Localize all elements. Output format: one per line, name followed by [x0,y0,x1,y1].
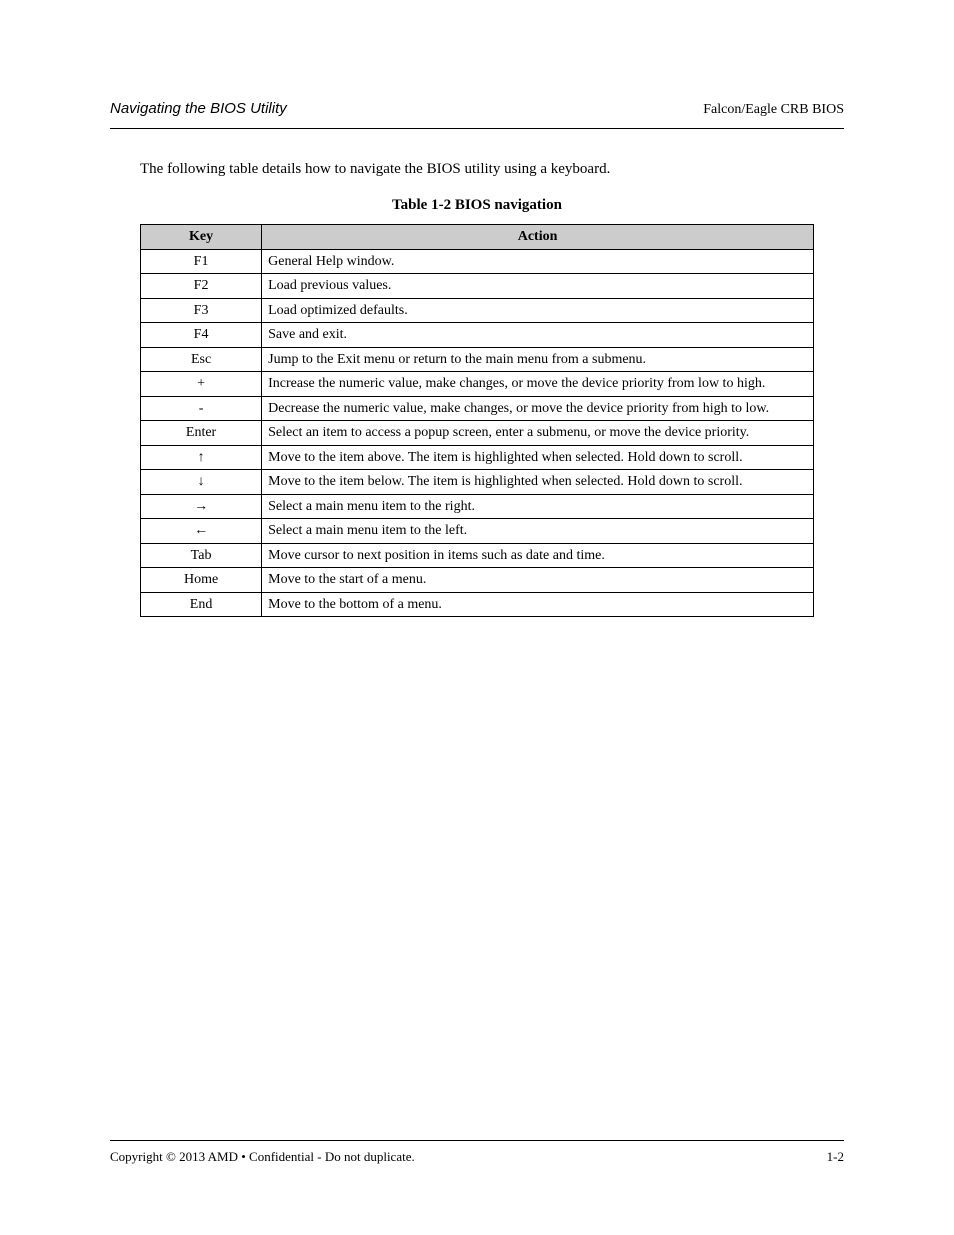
cell-action: Move to the bottom of a menu. [262,592,814,617]
table-caption: Table 1-2 BIOS navigation [140,197,814,214]
cell-key: F4 [141,323,262,348]
table-row: Enter Select an item to access a popup s… [141,421,814,446]
cell-action: Move to the item below. The item is high… [262,470,814,495]
arrow-left-icon: ← [194,523,208,538]
cell-key: ↑ [141,445,262,470]
cell-action: General Help window. [262,249,814,274]
page: Navigating the BIOS Utility Falcon/Eagle… [0,0,954,1235]
table-row: + Increase the numeric value, make chang… [141,372,814,397]
cell-action: Jump to the Exit menu or return to the m… [262,347,814,372]
arrow-down-icon: ↓ [198,474,205,489]
cell-action: Move to the item above. The item is high… [262,445,814,470]
cell-key: Enter [141,421,262,446]
table-row: → Select a main menu item to the right. [141,494,814,519]
col-header-action: Action [262,225,814,250]
cell-action: Select a main menu item to the right. [262,494,814,519]
cell-action: Select a main menu item to the left. [262,519,814,544]
cell-key: End [141,592,262,617]
col-header-key: Key [141,225,262,250]
table-row: ↑ Move to the item above. The item is hi… [141,445,814,470]
cell-action: Increase the numeric value, make changes… [262,372,814,397]
table-row: ← Select a main menu item to the left. [141,519,814,544]
intro-paragraph: The following table details how to navig… [140,159,814,179]
cell-key: - [141,396,262,421]
table-row: Esc Jump to the Exit menu or return to t… [141,347,814,372]
table-row: F1 General Help window. [141,249,814,274]
navigation-table: Key Action F1 General Help window. F2 Lo… [140,224,814,617]
cell-key: → [141,494,262,519]
cell-action: Load optimized defaults. [262,298,814,323]
cell-action: Save and exit. [262,323,814,348]
cell-action: Select an item to access a popup screen,… [262,421,814,446]
footer-divider [110,1140,844,1141]
cell-action: Decrease the numeric value, make changes… [262,396,814,421]
table-row: ↓ Move to the item below. The item is hi… [141,470,814,495]
cell-action: Move to the start of a menu. [262,568,814,593]
table-header-row: Key Action [141,225,814,250]
cell-key: F1 [141,249,262,274]
body: The following table details how to navig… [110,129,844,617]
footer-left-text: Copyright © 2013 AMD • Confidential - Do… [110,1149,415,1165]
table-row: F4 Save and exit. [141,323,814,348]
table-row: End Move to the bottom of a menu. [141,592,814,617]
header-left-text: Navigating the BIOS Utility [110,100,287,117]
cell-key: F3 [141,298,262,323]
cell-key: F2 [141,274,262,299]
table-row: - Decrease the numeric value, make chang… [141,396,814,421]
table-row: F2 Load previous values. [141,274,814,299]
table-row: F3 Load optimized defaults. [141,298,814,323]
page-header: Navigating the BIOS Utility Falcon/Eagle… [110,100,844,118]
cell-key: Tab [141,543,262,568]
footer-page-number: 1-2 [827,1149,844,1165]
cell-key: Home [141,568,262,593]
cell-key: + [141,372,262,397]
page-footer: Copyright © 2013 AMD • Confidential - Do… [110,1140,844,1165]
cell-key: ↓ [141,470,262,495]
header-right-text: Falcon/Eagle CRB BIOS [703,102,844,118]
cell-action: Load previous values. [262,274,814,299]
cell-key: Esc [141,347,262,372]
cell-key: ← [141,519,262,544]
arrow-up-icon: ↑ [198,450,205,465]
table-row: Tab Move cursor to next position in item… [141,543,814,568]
arrow-right-icon: → [194,499,208,514]
table-row: Home Move to the start of a menu. [141,568,814,593]
cell-action: Move cursor to next position in items su… [262,543,814,568]
